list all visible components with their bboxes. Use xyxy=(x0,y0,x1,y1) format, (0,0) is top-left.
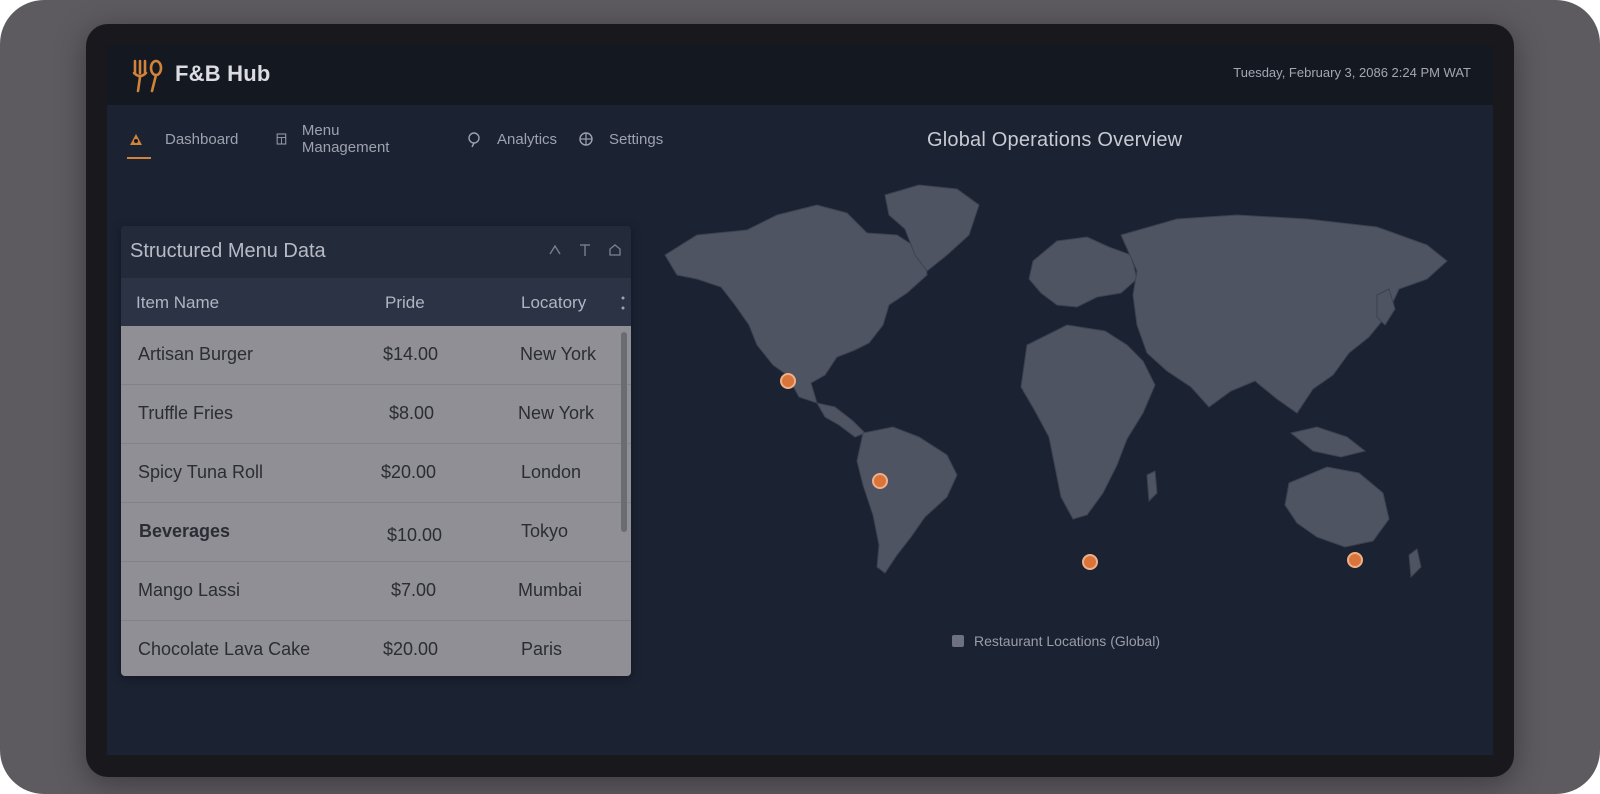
table-header: Item Name Pride Locatory xyxy=(121,278,631,326)
map-europe xyxy=(1028,236,1138,308)
app-title: F&B Hub xyxy=(175,61,271,86)
table-row[interactable]: Beverages $10.00 Tokyo xyxy=(121,503,631,562)
map-new-zealand xyxy=(1408,548,1422,579)
cell-item-name: Beverages xyxy=(139,521,231,541)
cell-location: New York xyxy=(520,344,597,364)
nav-item-menu-management[interactable]: Menu Management xyxy=(275,122,395,156)
map-australia xyxy=(1284,466,1390,548)
panel-title: Structured Menu Data xyxy=(130,240,326,262)
map-legend: Restaurant Locations (Global) xyxy=(952,633,1160,649)
column-header-item-name[interactable]: Item Name xyxy=(136,293,219,313)
panel-header: Structured Menu Data xyxy=(121,226,631,278)
location-marker-south-america[interactable] xyxy=(872,473,888,489)
cell-location: Paris xyxy=(521,639,563,659)
nav-label-dashboard: Dashboard xyxy=(165,130,239,148)
map-north-america xyxy=(664,204,928,404)
cell-price: $14.00 xyxy=(383,344,439,364)
panel-tools xyxy=(547,242,623,258)
cell-item-name: Truffle Fries xyxy=(138,403,234,423)
location-marker-north-america[interactable] xyxy=(780,373,796,389)
sort-icon[interactable] xyxy=(577,242,593,258)
cell-location: Mumbai xyxy=(518,580,583,600)
top-bar: F&B Hub Tuesday, February 3, 2086 2:24 P… xyxy=(107,45,1493,105)
export-icon[interactable] xyxy=(607,242,623,258)
table-row[interactable]: Mango Lassi $7.00 Mumbai xyxy=(121,562,631,621)
cell-item-name: Chocolate Lava Cake xyxy=(138,639,311,659)
cell-location: London xyxy=(521,462,582,482)
datetime: Tuesday, February 3, 2086 2:24 PM WAT xyxy=(1233,65,1471,80)
nav-label-menu-management: Menu Management xyxy=(301,122,390,156)
table-row[interactable]: Chocolate Lava Cake $20.00 Paris xyxy=(121,621,631,676)
map-asia xyxy=(1120,214,1448,414)
cell-price: $20.00 xyxy=(383,639,439,659)
cell-price: $20.00 xyxy=(381,462,437,482)
nav-label-settings: Settings xyxy=(609,130,664,148)
cell-location: New York xyxy=(518,403,595,423)
table-row[interactable]: Spicy Tuna Roll $20.00 London xyxy=(121,444,631,503)
filter-icon[interactable] xyxy=(547,242,563,258)
nav-item-settings[interactable]: Settings xyxy=(577,125,663,153)
menu-book-icon xyxy=(276,133,287,145)
map-south-america xyxy=(856,426,958,574)
column-header-location[interactable]: Locatory xyxy=(521,293,586,313)
cell-location: Tokyo xyxy=(521,521,569,541)
menu-data-panel: Structured Menu Data Item Name Pride Loc… xyxy=(121,226,631,676)
table-row[interactable]: Artisan Burger $14.00 New York xyxy=(121,326,631,385)
dashboard-screen: F&B Hub Tuesday, February 3, 2086 2:24 P… xyxy=(107,45,1493,755)
location-marker-australia[interactable] xyxy=(1347,552,1363,568)
column-header-price[interactable]: Pride xyxy=(385,293,425,313)
cell-price: $10.00 xyxy=(387,525,443,545)
cell-price: $7.00 xyxy=(391,580,437,600)
table-row[interactable]: Truffle Fries $8.00 New York xyxy=(121,385,631,444)
legend-label: Restaurant Locations (Global) xyxy=(974,633,1160,649)
map-southeast-asia xyxy=(1289,426,1367,458)
map-africa xyxy=(1020,324,1156,520)
cell-item-name: Artisan Burger xyxy=(138,344,254,364)
map-central-america xyxy=(816,402,866,438)
overview-title: Global Operations Overview xyxy=(927,129,1183,151)
cell-item-name: Spicy Tuna Roll xyxy=(138,462,264,482)
cell-price: $8.00 xyxy=(389,403,435,423)
legend-swatch xyxy=(952,635,964,647)
sort-arrows-icon[interactable] xyxy=(619,294,627,312)
home-icon xyxy=(130,134,142,145)
cell-item-name: Mango Lassi xyxy=(138,580,241,600)
utensils-logo-icon xyxy=(132,59,163,93)
table-scrollbar[interactable] xyxy=(621,332,627,532)
gear-icon xyxy=(579,132,593,146)
nav-item-dashboard[interactable]: Dashboard xyxy=(127,125,239,159)
nav-label-analytics: Analytics xyxy=(497,130,558,148)
table-body: Artisan Burger $14.00 New York Truffle F… xyxy=(121,326,631,676)
analytics-icon xyxy=(468,132,480,148)
map-madagascar xyxy=(1146,470,1158,503)
location-marker-africa[interactable] xyxy=(1082,554,1098,570)
world-map xyxy=(664,184,1448,579)
nav-item-analytics[interactable]: Analytics xyxy=(465,125,557,153)
